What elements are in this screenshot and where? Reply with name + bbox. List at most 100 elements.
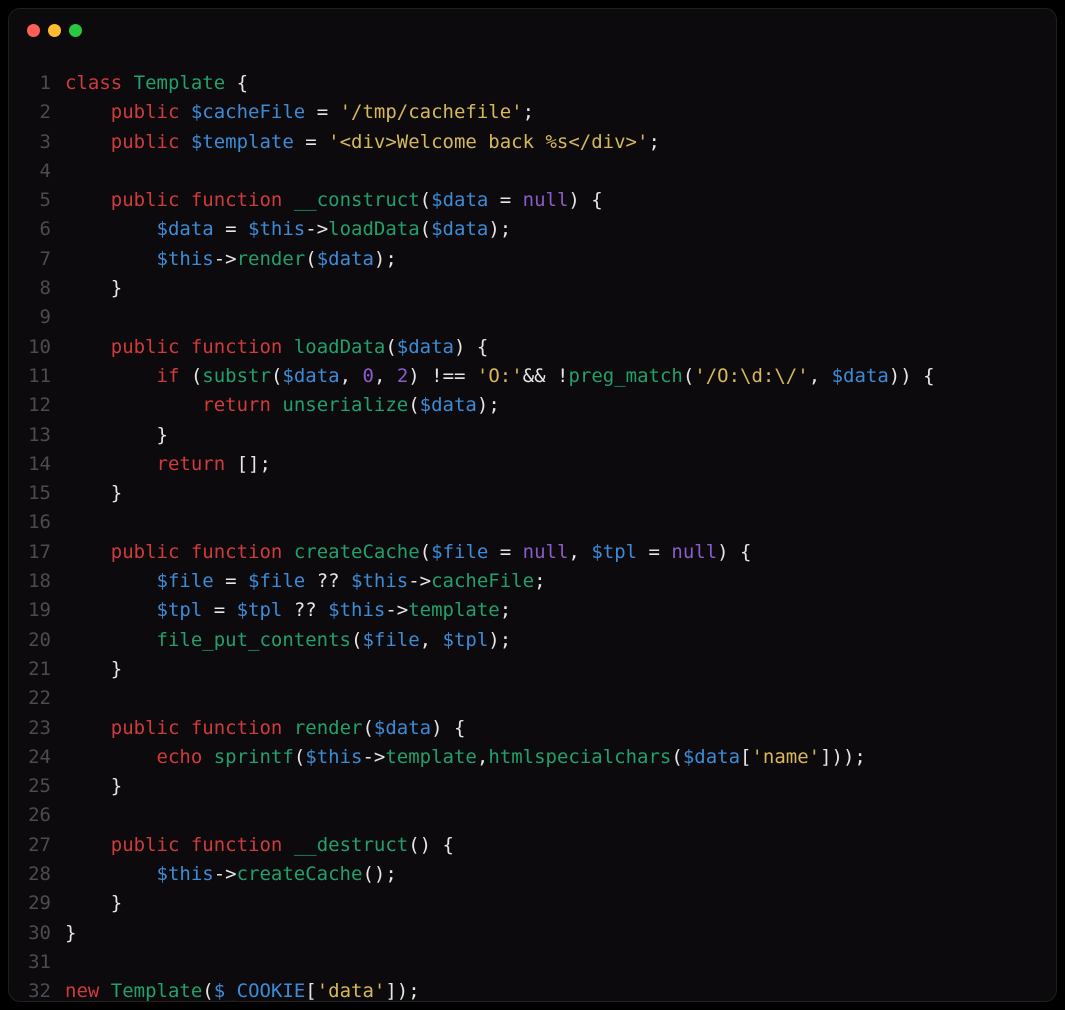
line-content[interactable]: public $cacheFile = '/tmp/cachefile'; <box>65 98 534 127</box>
token-pn: } <box>65 277 122 299</box>
code-line[interactable]: 25 } <box>19 772 1046 801</box>
token-kw: public <box>111 834 180 856</box>
token-kw: public <box>111 336 180 358</box>
code-line[interactable]: 15 } <box>19 479 1046 508</box>
line-content[interactable]: new Template($_COOKIE['data']); <box>65 977 420 1002</box>
line-content[interactable]: } <box>65 655 122 684</box>
code-line[interactable]: 18 $file = $file ?? $this->cacheFile; <box>19 567 1046 596</box>
line-content[interactable]: public function __destruct() { <box>65 831 454 860</box>
close-icon[interactable] <box>27 24 40 37</box>
line-content[interactable]: $this->createCache(); <box>65 860 397 889</box>
code-line[interactable]: 14 return []; <box>19 450 1046 479</box>
line-content[interactable]: return unserialize($data); <box>65 391 500 420</box>
code-line[interactable]: 6 $data = $this->loadData($data); <box>19 215 1046 244</box>
code-line[interactable]: 29 } <box>19 889 1046 918</box>
token-pn: = <box>637 541 671 563</box>
token-fn: createCache <box>294 541 420 563</box>
line-number: 13 <box>19 421 65 450</box>
code-line[interactable]: 9 <box>19 303 1046 332</box>
line-content[interactable]: $data = $this->loadData($data); <box>65 215 511 244</box>
line-content[interactable] <box>65 157 76 186</box>
token-pn <box>179 717 190 739</box>
token-pn: ) { <box>717 541 751 563</box>
line-content[interactable]: public function createCache($file = null… <box>65 538 752 567</box>
code-line[interactable]: 16 <box>19 508 1046 537</box>
token-var: $data <box>420 394 477 416</box>
token-pn: ( <box>420 189 431 211</box>
token-kw: return <box>202 394 271 416</box>
token-var: $data <box>157 218 214 240</box>
line-content[interactable] <box>65 303 76 332</box>
code-line[interactable]: 26 <box>19 801 1046 830</box>
token-pn <box>65 541 111 563</box>
token-kw: function <box>191 541 283 563</box>
code-line[interactable]: 12 return unserialize($data); <box>19 391 1046 420</box>
code-line[interactable]: 32new Template($_COOKIE['data']); <box>19 977 1046 1002</box>
line-content[interactable]: file_put_contents($file, $tpl); <box>65 626 511 655</box>
line-content[interactable] <box>65 801 76 830</box>
line-content[interactable] <box>65 684 76 713</box>
line-content[interactable]: class Template { <box>65 69 248 98</box>
zoom-icon[interactable] <box>69 24 82 37</box>
token-pn: } <box>65 892 122 914</box>
token-fn: substr <box>202 365 271 387</box>
line-content[interactable]: } <box>65 274 122 303</box>
token-kw: public <box>111 541 180 563</box>
token-pn: ( <box>385 336 396 358</box>
line-content[interactable]: public $template = '<div>Welcome back %s… <box>65 128 660 157</box>
token-pn: ( <box>271 365 282 387</box>
line-content[interactable]: } <box>65 889 122 918</box>
code-line[interactable]: 28 $this->createCache(); <box>19 860 1046 889</box>
code-line[interactable]: 2 public $cacheFile = '/tmp/cachefile'; <box>19 98 1046 127</box>
code-line[interactable]: 10 public function loadData($data) { <box>19 333 1046 362</box>
code-line[interactable]: 8 } <box>19 274 1046 303</box>
token-pn: ])); <box>820 746 866 768</box>
line-content[interactable]: public function __construct($data = null… <box>65 186 603 215</box>
line-number: 16 <box>19 508 65 537</box>
line-number: 27 <box>19 831 65 860</box>
line-content[interactable]: $file = $file ?? $this->cacheFile; <box>65 567 546 596</box>
code-line[interactable]: 5 public function __construct($data = nu… <box>19 186 1046 215</box>
token-pn: } <box>65 658 122 680</box>
token-var: $cacheFile <box>191 101 305 123</box>
line-content[interactable] <box>65 508 76 537</box>
code-line[interactable]: 3 public $template = '<div>Welcome back … <box>19 128 1046 157</box>
minimize-icon[interactable] <box>48 24 61 37</box>
token-pn <box>65 365 157 387</box>
line-content[interactable]: return []; <box>65 450 271 479</box>
line-content[interactable]: } <box>65 479 122 508</box>
line-number: 9 <box>19 303 65 332</box>
token-pn <box>282 336 293 358</box>
line-content[interactable] <box>65 948 76 977</box>
token-var: $tpl <box>443 629 489 651</box>
code-line[interactable]: 13 } <box>19 421 1046 450</box>
line-content[interactable]: public function loadData($data) { <box>65 333 488 362</box>
code-line[interactable]: 4 <box>19 157 1046 186</box>
code-line[interactable]: 1class Template { <box>19 69 1046 98</box>
line-number: 15 <box>19 479 65 508</box>
token-pn: -> <box>214 248 237 270</box>
code-line[interactable]: 31 <box>19 948 1046 977</box>
code-line[interactable]: 24 echo sprintf($this->template,htmlspec… <box>19 743 1046 772</box>
code-line[interactable]: 22 <box>19 684 1046 713</box>
line-content[interactable]: if (substr($data, 0, 2) !== 'O:'&& !preg… <box>65 362 935 391</box>
code-line[interactable]: 19 $tpl = $tpl ?? $this->template; <box>19 596 1046 625</box>
code-line[interactable]: 30} <box>19 919 1046 948</box>
code-line[interactable]: 7 $this->render($data); <box>19 245 1046 274</box>
line-content[interactable]: } <box>65 421 168 450</box>
line-content[interactable]: echo sprintf($this->template,htmlspecial… <box>65 743 866 772</box>
code-line[interactable]: 17 public function createCache($file = n… <box>19 538 1046 567</box>
token-kw: return <box>157 453 226 475</box>
line-content[interactable]: $this->render($data); <box>65 245 397 274</box>
line-content[interactable]: $tpl = $tpl ?? $this->template; <box>65 596 511 625</box>
token-pn: ( <box>362 717 373 739</box>
line-content[interactable]: public function render($data) { <box>65 714 465 743</box>
code-line[interactable]: 11 if (substr($data, 0, 2) !== 'O:'&& !p… <box>19 362 1046 391</box>
code-line[interactable]: 23 public function render($data) { <box>19 714 1046 743</box>
line-content[interactable]: } <box>65 772 122 801</box>
code-line[interactable]: 21 } <box>19 655 1046 684</box>
code-editor[interactable]: 1class Template {2 public $cacheFile = '… <box>9 51 1056 1002</box>
code-line[interactable]: 20 file_put_contents($file, $tpl); <box>19 626 1046 655</box>
line-content[interactable]: } <box>65 919 76 948</box>
code-line[interactable]: 27 public function __destruct() { <box>19 831 1046 860</box>
